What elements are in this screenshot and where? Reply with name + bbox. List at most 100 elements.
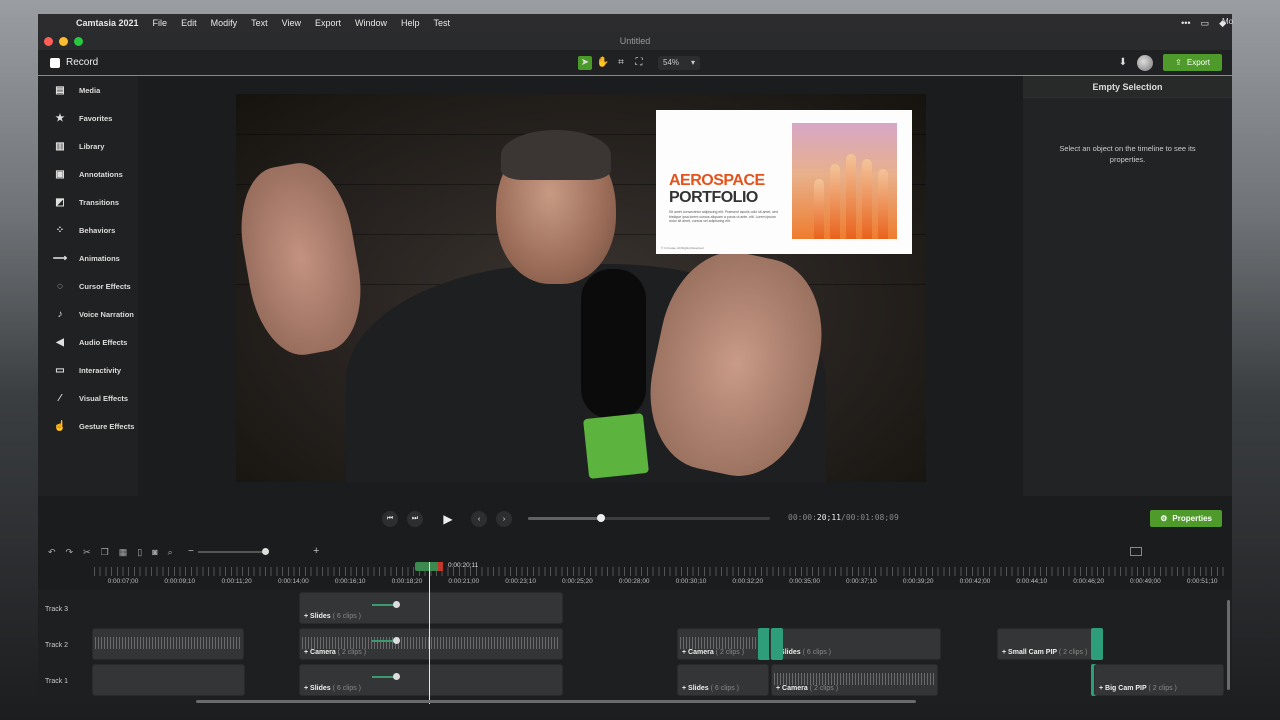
clip-track1-audio[interactable] — [92, 664, 245, 696]
sidebar-item-voice-narration[interactable]: ♪ Voice Narration — [38, 300, 138, 328]
waveform — [95, 637, 241, 649]
clip-track2-camera-b[interactable]: + Camera ( 2 clips ) — [677, 628, 767, 660]
vertical-scrollbar[interactable] — [1227, 600, 1230, 690]
zoom-icon[interactable]: ⌕ — [168, 547, 173, 558]
clip-track1-big-cam[interactable]: + Big Cam PIP ( 2 clips ) — [1094, 664, 1224, 696]
sidebar-item-annotations[interactable]: ▣ Annotations — [38, 160, 138, 188]
interactivity-icon: ▭ — [55, 364, 65, 376]
menu-app-name[interactable]: Camtasia 2021 — [76, 18, 139, 28]
canvas-tools: ➤ ✋ ⌗ ⛶ 54% ▾ — [578, 55, 700, 70]
sidebar-item-interactivity[interactable]: ▭ Interactivity — [38, 356, 138, 384]
timeline-ruler[interactable]: 0:00:20;11 0:00:07;00 0:00:09;10 0:00:11;2… — [38, 562, 1232, 590]
hand-icon: ☝ — [53, 420, 67, 432]
detach-timeline-icon[interactable] — [1130, 547, 1142, 556]
ruler-tick-label: 0:00:07;00 — [107, 578, 139, 585]
clip-count: ( 2 clips ) — [1148, 685, 1177, 692]
menu-help[interactable]: Help — [401, 18, 420, 28]
undo-icon[interactable]: ↶ — [48, 547, 56, 558]
sidebar-item-behaviors[interactable]: ⁘ Behaviors — [38, 216, 138, 244]
menu-file[interactable]: File — [153, 18, 168, 28]
clip-name: Camera — [782, 685, 808, 692]
track-1-label[interactable]: Track 1 — [45, 678, 68, 685]
track-2-label[interactable]: Track 2 — [45, 642, 68, 649]
menu-edit[interactable]: Edit — [181, 18, 197, 28]
animation-indicator[interactable] — [372, 637, 400, 644]
properties-button[interactable]: ⚙ Properties — [1150, 510, 1222, 527]
sidebar-item-favorites[interactable]: ★ Favorites — [38, 104, 138, 132]
zoom-in-icon[interactable]: + — [313, 545, 319, 557]
next-marker-icon[interactable]: › — [496, 511, 512, 527]
zoom-dropdown[interactable]: 54% ▾ — [658, 55, 700, 70]
video-canvas[interactable]: AEROSPACE PORTFOLIO Sit amet consectetur… — [236, 94, 926, 482]
playback-controls: ⏮ ⏭ ▶ ‹ › 00:00:20;11/00:01:08;09 ⚙ Prop… — [38, 496, 1232, 542]
crop-icon[interactable]: ⌗ — [614, 56, 628, 70]
sidebar-item-transitions[interactable]: ◩ Transitions — [38, 188, 138, 216]
animation-indicator[interactable] — [372, 673, 400, 680]
clip-count: ( 6 clips ) — [332, 685, 362, 692]
clip-count: ( 2 clips ) — [337, 649, 367, 656]
horizontal-scrollbar[interactable] — [196, 700, 916, 703]
timeline-zoom-slider[interactable] — [198, 548, 269, 555]
menu-export[interactable]: Export — [315, 18, 341, 28]
menu-test[interactable]: Test — [434, 18, 451, 28]
ruler-tick-label: 0:00:16;10 — [334, 578, 366, 585]
sidebar-item-audio-effects[interactable]: ◀ Audio Effects — [38, 328, 138, 356]
export-button[interactable]: ⇪ Export — [1163, 54, 1222, 71]
download-icon[interactable]: ⬇ — [1119, 57, 1127, 68]
control-center-icon[interactable]: ▭ — [1201, 18, 1210, 29]
step-back-icon[interactable]: ⏮ — [382, 511, 398, 527]
snapshot-icon[interactable]: ◙ — [152, 547, 157, 557]
scrubber-handle[interactable] — [596, 514, 605, 522]
ruler-tick-label: 0:00:49;00 — [1130, 578, 1161, 585]
sidebar-item-gesture-effects[interactable]: ☝ Gesture Effects — [38, 412, 138, 440]
track-3-label[interactable]: Track 3 — [45, 606, 68, 613]
sidebar-item-label: Media — [79, 85, 101, 95]
avatar[interactable] — [1137, 54, 1154, 71]
step-forward-icon[interactable]: ⏭ — [407, 511, 423, 527]
slide-overlay[interactable]: AEROSPACE PORTFOLIO Sit amet consectetur… — [656, 110, 912, 254]
playhead-line[interactable] — [429, 562, 430, 704]
sidebar-item-library[interactable]: ▥ Library — [38, 132, 138, 160]
clip-track2-audio[interactable] — [92, 628, 244, 660]
menu-modify[interactable]: Modify — [211, 18, 238, 28]
clip-track1-camera[interactable]: + Camera ( 2 clips ) — [771, 664, 938, 696]
sidebar-item-visual-effects[interactable]: ⁄ Visual Effects — [38, 384, 138, 412]
play-icon[interactable]: ▶ — [437, 508, 459, 530]
sidebar-item-animations[interactable]: ⟶ Animations — [38, 244, 138, 272]
previous-marker-icon[interactable]: ‹ — [471, 511, 487, 527]
clip-track1-slides[interactable]: + Slides ( 6 clips ) — [299, 664, 563, 696]
copy-icon[interactable]: ❐ — [101, 547, 109, 558]
sidebar-item-cursor-effects[interactable]: ◌ Cursor Effects — [38, 272, 138, 300]
sidebar-item-media[interactable]: ▤ Media — [38, 76, 138, 104]
arrow-select-icon[interactable]: ➤ — [578, 55, 592, 70]
macos-menubar: Camtasia 2021 File Edit Modify Text View… — [38, 14, 1232, 32]
zoom-out-icon[interactable]: − — [188, 546, 194, 557]
record-button[interactable]: Record — [50, 57, 98, 68]
cut-icon[interactable]: ✂ — [83, 547, 91, 558]
clip-count: ( 2 clips ) — [809, 685, 839, 692]
sidebar-item-label: Audio Effects — [79, 337, 128, 347]
annotation-icon: ▣ — [55, 168, 65, 180]
playhead-end-marker[interactable] — [438, 562, 443, 571]
clip-track2-small-cam[interactable]: + Small Cam PIP ( 2 clips ) — [997, 628, 1103, 660]
pan-hand-icon[interactable]: ✋ — [596, 56, 610, 70]
clip-track2-camera[interactable]: + Camera ( 2 clips ) — [299, 628, 563, 660]
more-icon[interactable]: ••• — [1181, 18, 1190, 28]
redo-icon[interactable]: ↷ — [66, 547, 74, 558]
split-icon[interactable]: ▯ — [137, 547, 142, 558]
fit-canvas-icon[interactable]: ⛶ — [632, 56, 646, 70]
transition-marker[interactable] — [1091, 628, 1103, 660]
animation-icon: ⟶ — [52, 252, 68, 264]
menu-window[interactable]: Window — [355, 18, 387, 28]
menu-text[interactable]: Text — [251, 18, 268, 28]
paste-icon[interactable]: ▦ — [119, 547, 128, 558]
clip-track3-slides[interactable]: + Slides ( 6 clips ) — [299, 592, 563, 624]
sidebar-item-label: Visual Effects — [79, 393, 129, 403]
clip-track2-slides[interactable]: + Slides ( 6 clips ) — [769, 628, 941, 660]
transition-marker[interactable] — [771, 628, 783, 660]
scrubber[interactable] — [528, 514, 770, 522]
animation-indicator[interactable] — [372, 601, 400, 608]
timeline-zoom-handle[interactable] — [262, 548, 269, 555]
clip-track1-slides-b[interactable]: + Slides ( 6 clips ) — [677, 664, 769, 696]
menu-view[interactable]: View — [282, 18, 301, 28]
